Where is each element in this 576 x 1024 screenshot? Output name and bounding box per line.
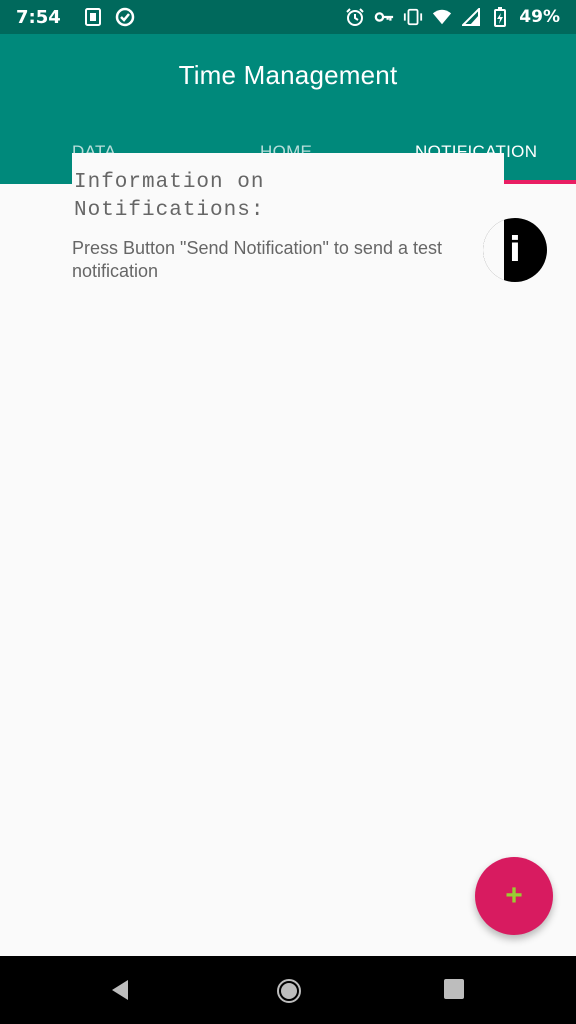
add-fab-button[interactable]: + xyxy=(475,857,553,935)
info-badge-mask xyxy=(483,218,504,282)
sim-card-icon xyxy=(83,7,103,27)
status-right-icons: 49% xyxy=(345,7,560,27)
vpn-key-icon xyxy=(374,7,394,27)
status-bar: 7:54 49% xyxy=(0,0,576,34)
info-icon[interactable]: i xyxy=(483,218,547,282)
status-time: 7:54 xyxy=(16,6,61,28)
wifi-icon xyxy=(432,7,452,27)
navigation-bar xyxy=(0,956,576,1024)
cellular-signal-icon xyxy=(461,7,481,27)
battery-percent: 49% xyxy=(519,7,560,27)
info-card: Information on Notifications: Press Butt… xyxy=(72,153,504,293)
vibrate-icon xyxy=(403,7,423,27)
alarm-icon xyxy=(345,7,365,27)
app-title: Time Management xyxy=(178,60,398,90)
sync-icon xyxy=(115,7,135,27)
info-letter-glyph: i xyxy=(509,230,521,270)
recents-icon[interactable] xyxy=(443,978,467,1002)
status-left-icons xyxy=(83,7,135,27)
info-body: Press Button "Send Notification" to send… xyxy=(72,238,442,281)
home-icon[interactable] xyxy=(276,978,301,1003)
battery-charging-icon xyxy=(490,7,510,27)
tab-indicator xyxy=(504,180,576,184)
back-icon[interactable] xyxy=(108,978,132,1002)
info-heading: Information on Notifications: xyxy=(74,171,265,222)
plus-icon: + xyxy=(505,879,523,912)
